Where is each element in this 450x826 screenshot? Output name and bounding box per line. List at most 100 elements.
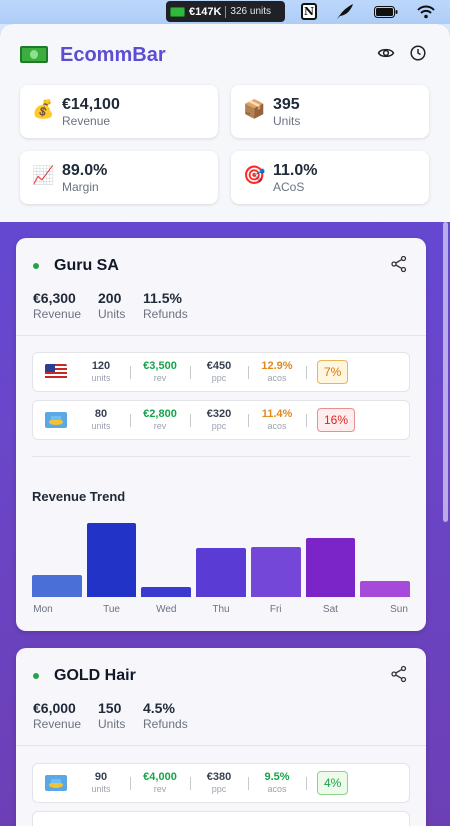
- stat-label: ACoS: [273, 180, 305, 194]
- kpi-value: 11.5%: [143, 290, 182, 306]
- money-logo-icon: [20, 46, 48, 63]
- marketplace-row[interactable]: [32, 811, 410, 826]
- stat-value: €14,100: [62, 96, 120, 113]
- cell-acos: 11.4% acos: [252, 408, 302, 431]
- units-value: 90: [94, 771, 108, 783]
- target-icon: 🎯: [243, 165, 266, 186]
- separator: [130, 777, 131, 790]
- cell-units: 80 units: [76, 408, 126, 431]
- wifi-icon[interactable]: [417, 3, 435, 20]
- kpi-revenue: €6,300 Revenue: [33, 290, 81, 321]
- separator: [248, 777, 249, 790]
- ppc-label: ppc: [211, 373, 227, 383]
- notion-icon[interactable]: N: [301, 3, 317, 20]
- cell-revenue: €2,800 rev: [135, 408, 185, 431]
- menu-bar: €147K 326 units N: [0, 0, 450, 24]
- chart-bar-mon: [32, 575, 82, 597]
- status-units: 326 units: [230, 6, 272, 17]
- divider: [32, 456, 410, 457]
- product-name: GOLD Hair: [54, 667, 136, 684]
- chart-tick-label: Mon: [33, 604, 53, 615]
- rev-label: rev: [153, 373, 167, 383]
- stat-value: 89.0%: [62, 162, 108, 179]
- ppc-value: €380: [206, 771, 232, 783]
- chart-tick-label: Wed: [156, 604, 177, 615]
- stat-card-acos: 🎯 11.0% ACoS: [231, 151, 429, 204]
- ppc-label: ppc: [211, 784, 227, 794]
- marketplace-row[interactable]: 90 units €4,000 rev €380 ppc 9.5% acos 4%: [32, 763, 410, 803]
- chart-tick-label: Sat: [322, 604, 338, 615]
- cell-acos: 9.5% acos: [252, 771, 302, 794]
- separator: [306, 414, 307, 427]
- eye-icon[interactable]: [377, 44, 395, 62]
- kpi-label: Units: [98, 307, 126, 321]
- rev-label: rev: [153, 421, 167, 431]
- sa-flag-icon: [45, 412, 67, 428]
- separator: [130, 414, 131, 427]
- margin-badge: 4%: [317, 771, 349, 795]
- kpi-value: 200: [98, 290, 122, 306]
- separator: [248, 414, 249, 427]
- us-flag-icon: [45, 364, 67, 380]
- acos-label: acos: [267, 784, 287, 794]
- kpi-label: Refunds: [143, 307, 188, 321]
- cash-icon: [170, 6, 185, 17]
- ppc-value: €450: [206, 360, 232, 372]
- product-name: Guru SA: [54, 257, 119, 274]
- stat-label: Units: [273, 114, 301, 128]
- share-icon[interactable]: [390, 255, 408, 273]
- status-dot: [33, 673, 39, 679]
- cell-ppc: €450 ppc: [194, 360, 244, 383]
- rev-value: €3,500: [143, 360, 177, 372]
- battery-icon[interactable]: [374, 3, 398, 20]
- ppc-label: ppc: [211, 421, 227, 431]
- share-icon[interactable]: [390, 665, 408, 683]
- status-separator: [225, 5, 227, 18]
- separator: [130, 366, 131, 379]
- rev-value: €4,000: [143, 771, 177, 783]
- rev-label: rev: [153, 784, 167, 794]
- units-label: units: [91, 421, 111, 431]
- acos-value: 11.4%: [261, 408, 293, 420]
- separator: [190, 414, 191, 427]
- marketplace-row[interactable]: 80 units €2,800 rev €320 ppc 11.4% acos 16%: [32, 400, 410, 440]
- kpi-units: 150 Units: [98, 700, 125, 731]
- stat-card-margin: 📈 89.0% Margin: [20, 151, 218, 204]
- cell-revenue: €3,500 rev: [135, 360, 185, 383]
- separator: [190, 777, 191, 790]
- chart-bar-tue: [86, 523, 137, 597]
- cell-revenue: €4,000 rev: [135, 771, 185, 794]
- separator: [306, 366, 307, 379]
- product-card: GOLD Hair €6,000 Revenue 150 Units 4.5% …: [16, 648, 426, 826]
- separator: [248, 366, 249, 379]
- package-icon: 📦: [243, 99, 266, 120]
- kpi-label: Revenue: [33, 307, 82, 321]
- kpi-value: €6,300: [33, 290, 76, 306]
- kpi-revenue: €6,000 Revenue: [33, 700, 81, 731]
- cell-ppc: €380 ppc: [194, 771, 244, 794]
- cell-ppc: €320 ppc: [194, 408, 244, 431]
- stat-card-revenue: 💰 €14,100 Revenue: [20, 85, 218, 138]
- divider: [16, 745, 426, 746]
- acos-label: acos: [267, 421, 287, 431]
- cell-units: 90 units: [76, 771, 126, 794]
- separator: [306, 777, 307, 790]
- kpi-value: 150: [98, 700, 122, 716]
- divider: [16, 335, 426, 336]
- margin-badge: 7%: [317, 360, 349, 384]
- ecommbar-status-item[interactable]: €147K 326 units: [166, 1, 285, 22]
- scrollbar[interactable]: [443, 222, 448, 522]
- app-title: EcommBar: [60, 44, 166, 66]
- chart-tick-label: Thu: [212, 604, 230, 615]
- clock-icon[interactable]: [409, 44, 427, 62]
- kpi-label: Refunds: [143, 717, 188, 731]
- kpi-value: 4.5%: [143, 700, 175, 716]
- chart-up-icon: 📈: [32, 165, 55, 186]
- units-value: 120: [91, 360, 111, 372]
- ppc-value: €320: [206, 408, 232, 420]
- chart-bar-fri: [250, 547, 301, 597]
- chart-bar-sun: [360, 581, 410, 597]
- chart-bar-wed: [141, 587, 192, 597]
- feather-icon[interactable]: [335, 3, 355, 20]
- marketplace-row[interactable]: 120 units €3,500 rev €450 ppc 12.9% acos 7%: [32, 352, 410, 392]
